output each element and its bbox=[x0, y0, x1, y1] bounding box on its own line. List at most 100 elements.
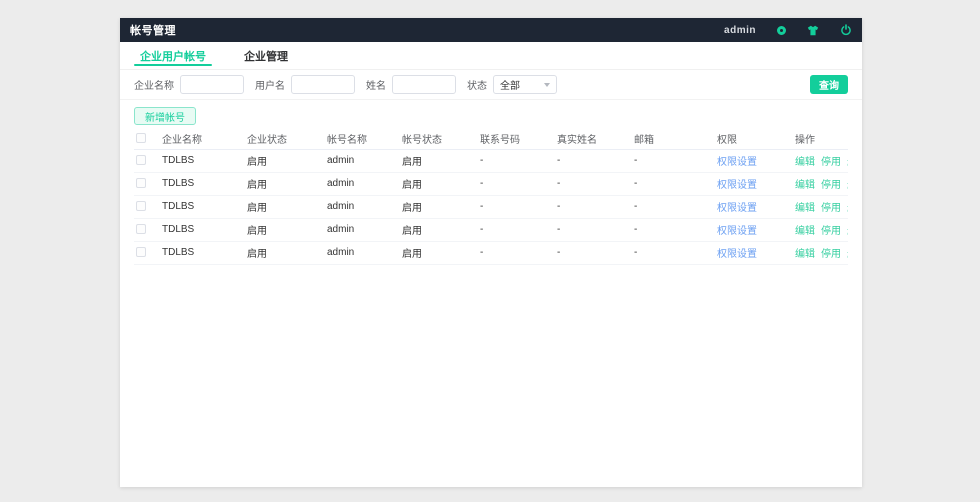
topbar: 帐号管理 admin bbox=[120, 18, 862, 42]
name-field-group: 姓名 bbox=[366, 75, 456, 94]
col-operations: 操作 bbox=[793, 128, 848, 149]
permission-settings-link[interactable]: 权限设置 bbox=[717, 157, 757, 168]
action-delete-link[interactable]: 删除 bbox=[847, 180, 848, 191]
action-disable-link[interactable]: 停用 bbox=[821, 226, 841, 237]
action-delete-link[interactable]: 删除 bbox=[847, 157, 848, 168]
cell-real-name: - bbox=[555, 218, 632, 241]
col-account-name: 帐号名称 bbox=[325, 128, 400, 149]
status-field-group: 状态 全部 bbox=[467, 75, 557, 94]
permission-settings-link[interactable]: 权限设置 bbox=[717, 249, 757, 260]
search-filter-bar: 企业名称 用户名 姓名 状态 全部 查询 bbox=[120, 70, 862, 100]
action-disable-link[interactable]: 停用 bbox=[821, 249, 841, 260]
chevron-down-icon bbox=[544, 83, 550, 87]
cell-company-name: TDLBS bbox=[160, 218, 245, 241]
cell-account-name: admin bbox=[325, 149, 400, 172]
main-panel: 帐号管理 admin 企业用户帐号 企业管理 企业名称 bbox=[120, 18, 862, 487]
cell-account-status: 启用 bbox=[400, 218, 478, 241]
action-edit-link[interactable]: 编辑 bbox=[795, 180, 815, 191]
cell-real-name: - bbox=[555, 241, 632, 264]
action-delete-link[interactable]: 删除 bbox=[847, 249, 848, 260]
col-permissions: 权限 bbox=[715, 128, 793, 149]
power-icon-glyph bbox=[840, 24, 852, 36]
cell-account-name: admin bbox=[325, 241, 400, 264]
row-checkbox[interactable] bbox=[136, 224, 146, 234]
status-label: 状态 bbox=[467, 77, 487, 92]
action-disable-link[interactable]: 停用 bbox=[821, 180, 841, 191]
table-row: TDLBS启用admin启用---权限设置编辑停用删除 bbox=[134, 195, 848, 218]
accounts-table: 企业名称 企业状态 帐号名称 帐号状态 联系号码 真实姓名 邮箱 权限 操作 T… bbox=[134, 128, 848, 265]
table-row: TDLBS启用admin启用---权限设置编辑停用删除 bbox=[134, 241, 848, 264]
table-body: TDLBS启用admin启用---权限设置编辑停用删除TDLBS启用admin启… bbox=[134, 149, 848, 264]
cell-company-status: 启用 bbox=[245, 218, 325, 241]
shirt-icon[interactable] bbox=[807, 23, 819, 37]
cell-company-status: 启用 bbox=[245, 195, 325, 218]
power-icon[interactable] bbox=[840, 23, 852, 37]
cell-company-name: TDLBS bbox=[160, 241, 245, 264]
action-disable-link[interactable]: 停用 bbox=[821, 157, 841, 168]
tab-bar: 企业用户帐号 企业管理 bbox=[120, 42, 862, 70]
cell-contact-number: - bbox=[478, 218, 555, 241]
cell-account-name: admin bbox=[325, 195, 400, 218]
select-all-checkbox[interactable] bbox=[136, 133, 146, 143]
tab-enterprise-user-account[interactable]: 企业用户帐号 bbox=[140, 42, 206, 69]
cell-email: - bbox=[632, 218, 715, 241]
action-delete-link[interactable]: 删除 bbox=[847, 226, 848, 237]
cell-company-name: TDLBS bbox=[160, 172, 245, 195]
cell-contact-number: - bbox=[478, 241, 555, 264]
name-label: 姓名 bbox=[366, 77, 386, 92]
gear-icon[interactable] bbox=[777, 23, 786, 37]
add-account-button[interactable]: 新增帐号 bbox=[134, 107, 196, 125]
cell-email: - bbox=[632, 241, 715, 264]
cell-contact-number: - bbox=[478, 195, 555, 218]
company-name-input[interactable] bbox=[180, 75, 244, 94]
status-select[interactable]: 全部 bbox=[493, 75, 557, 94]
action-delete-link[interactable]: 删除 bbox=[847, 203, 848, 214]
col-company-name: 企业名称 bbox=[160, 128, 245, 149]
table-row: TDLBS启用admin启用---权限设置编辑停用删除 bbox=[134, 172, 848, 195]
action-edit-link[interactable]: 编辑 bbox=[795, 226, 815, 237]
shirt-icon-glyph bbox=[807, 25, 819, 36]
cell-account-name: admin bbox=[325, 218, 400, 241]
permission-settings-link[interactable]: 权限设置 bbox=[717, 203, 757, 214]
cell-contact-number: - bbox=[478, 172, 555, 195]
cell-company-status: 启用 bbox=[245, 149, 325, 172]
cell-real-name: - bbox=[555, 172, 632, 195]
permission-settings-link[interactable]: 权限设置 bbox=[717, 226, 757, 237]
cell-account-status: 启用 bbox=[400, 195, 478, 218]
topbar-right: admin bbox=[724, 23, 852, 37]
action-edit-link[interactable]: 编辑 bbox=[795, 157, 815, 168]
cell-account-status: 启用 bbox=[400, 241, 478, 264]
company-name-label: 企业名称 bbox=[134, 77, 174, 92]
username-label: 用户名 bbox=[255, 77, 285, 92]
row-checkbox[interactable] bbox=[136, 201, 146, 211]
row-checkbox[interactable] bbox=[136, 155, 146, 165]
action-disable-link[interactable]: 停用 bbox=[821, 203, 841, 214]
table-row: TDLBS启用admin启用---权限设置编辑停用删除 bbox=[134, 149, 848, 172]
row-checkbox[interactable] bbox=[136, 247, 146, 257]
current-user-label[interactable]: admin bbox=[724, 25, 756, 36]
tab-enterprise-management[interactable]: 企业管理 bbox=[244, 42, 288, 69]
action-edit-link[interactable]: 编辑 bbox=[795, 203, 815, 214]
accounts-table-wrapper: 企业名称 企业状态 帐号名称 帐号状态 联系号码 真实姓名 邮箱 权限 操作 T… bbox=[120, 128, 862, 265]
cell-email: - bbox=[632, 195, 715, 218]
col-real-name: 真实姓名 bbox=[555, 128, 632, 149]
table-header-row: 企业名称 企业状态 帐号名称 帐号状态 联系号码 真实姓名 邮箱 权限 操作 bbox=[134, 128, 848, 149]
col-company-status: 企业状态 bbox=[245, 128, 325, 149]
cell-company-name: TDLBS bbox=[160, 149, 245, 172]
col-contact-number: 联系号码 bbox=[478, 128, 555, 149]
name-input[interactable] bbox=[392, 75, 456, 94]
permission-settings-link[interactable]: 权限设置 bbox=[717, 180, 757, 191]
toolbar: 新增帐号 bbox=[120, 104, 862, 128]
cell-email: - bbox=[632, 149, 715, 172]
col-account-status: 帐号状态 bbox=[400, 128, 478, 149]
page-title: 帐号管理 bbox=[130, 22, 176, 38]
cell-account-name: admin bbox=[325, 172, 400, 195]
cell-account-status: 启用 bbox=[400, 149, 478, 172]
username-field-group: 用户名 bbox=[255, 75, 355, 94]
cell-email: - bbox=[632, 172, 715, 195]
username-input[interactable] bbox=[291, 75, 355, 94]
action-edit-link[interactable]: 编辑 bbox=[795, 249, 815, 260]
search-button[interactable]: 查询 bbox=[810, 75, 848, 94]
row-checkbox[interactable] bbox=[136, 178, 146, 188]
table-row: TDLBS启用admin启用---权限设置编辑停用删除 bbox=[134, 218, 848, 241]
